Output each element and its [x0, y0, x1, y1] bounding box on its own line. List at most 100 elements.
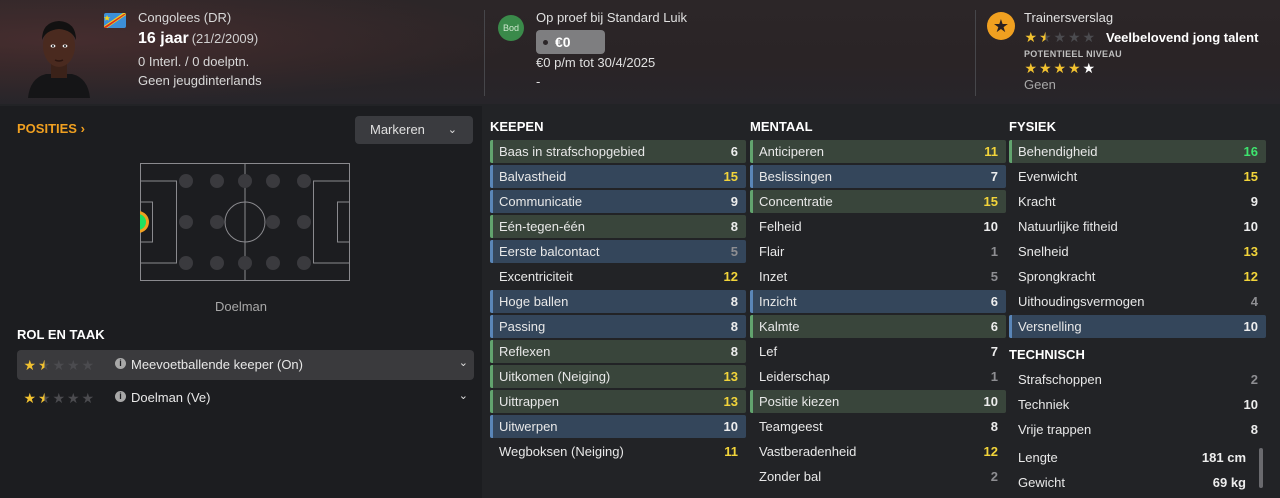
- attribute-value: 69 kg: [1212, 475, 1246, 490]
- player-header: Congolees (DR) 16 jaar (21/2/2009) 0 Inte…: [0, 0, 1280, 104]
- attribute-row[interactable]: Uitwerpen 10: [490, 415, 746, 438]
- attribute-row[interactable]: Communicatie 9: [490, 190, 746, 213]
- attribute-row[interactable]: Excentriciteit 12: [490, 265, 746, 288]
- attribute-value: 10: [1243, 397, 1258, 412]
- star-icon: ★: [23, 357, 37, 373]
- attribute-row[interactable]: Eén-tegen-één 8: [490, 215, 746, 238]
- attribute-row[interactable]: Inzet 5: [750, 265, 1006, 288]
- attribute-row[interactable]: Flair 1: [750, 240, 1006, 263]
- trial-status[interactable]: Op proef bij Standard Luik: [536, 10, 687, 25]
- attribute-row[interactable]: Passing 8: [490, 315, 746, 338]
- role-row[interactable]: ★ ★ ★ ★ ★ i Meevoetballende keeper (On) ⌄: [17, 350, 474, 380]
- attribute-label: Uittrappen: [499, 394, 559, 409]
- positions-label: POSITIES: [17, 121, 77, 136]
- attribute-row[interactable]: Lef 7: [750, 340, 1006, 363]
- attribute-row[interactable]: Strafschoppen 2: [1009, 368, 1266, 391]
- attribute-row[interactable]: Positie kiezen 10: [750, 390, 1006, 413]
- attribute-row[interactable]: Evenwicht 15: [1009, 165, 1266, 188]
- report-summary: Veelbelovend jong talent: [1106, 30, 1259, 45]
- bid-badge[interactable]: Bod: [498, 15, 524, 41]
- star-icon: ★: [37, 357, 51, 373]
- role-row[interactable]: ★ ★ ★ ★ ★ i Doelman (Ve) ⌄: [17, 383, 474, 413]
- attribute-row[interactable]: Natuurlijke fitheid 10: [1009, 215, 1266, 238]
- attribute-row[interactable]: Behendigheid 16: [1009, 140, 1266, 163]
- attribute-label: Inzet: [759, 269, 788, 284]
- current-ability-stars: ★ ★ ★ ★ ★: [1024, 28, 1096, 46]
- technisch-header: TECHNISCH: [1009, 347, 1085, 362]
- attribute-row[interactable]: Hoge ballen 8: [490, 290, 746, 313]
- attribute-row[interactable]: Uithoudingsvermogen 4: [1009, 290, 1266, 313]
- attribute-label: Baas in strafschopgebied: [499, 144, 645, 159]
- positions-link[interactable]: POSITIES ›: [17, 121, 85, 136]
- star-icon: ★: [52, 390, 66, 406]
- attribute-label: Kracht: [1018, 194, 1056, 209]
- markeren-dropdown[interactable]: Markeren ⌄: [355, 116, 473, 144]
- attribute-label: Beslissingen: [759, 169, 832, 184]
- attribute-value: 6: [730, 144, 738, 159]
- position-label: Doelman: [214, 299, 268, 314]
- attribute-value: 5: [990, 269, 998, 284]
- attribute-value: 16: [1243, 144, 1258, 159]
- attribute-row[interactable]: Beslissingen 7: [750, 165, 1006, 188]
- chevron-down-icon[interactable]: ⌄: [459, 389, 468, 402]
- attribute-row[interactable]: Teamgeest 8: [750, 415, 1006, 438]
- attribute-row[interactable]: Reflexen 8: [490, 340, 746, 363]
- attribute-label: Positie kiezen: [759, 394, 840, 409]
- attribute-label: Vastberadenheid: [759, 444, 857, 459]
- attribute-label: Strafschoppen: [1018, 372, 1102, 387]
- attribute-row[interactable]: Baas in strafschopgebied 6: [490, 140, 746, 163]
- attribute-row[interactable]: Techniek 10: [1009, 393, 1266, 416]
- attribute-row[interactable]: Vastberadenheid 12: [750, 440, 1006, 463]
- attribute-row[interactable]: Snelheid 13: [1009, 240, 1266, 263]
- attribute-row[interactable]: Leiderschap 1: [750, 365, 1006, 388]
- birthdate: (21/2/2009): [191, 31, 259, 46]
- attribute-row[interactable]: Felheid 10: [750, 215, 1006, 238]
- chevron-down-icon[interactable]: ⌄: [459, 356, 468, 369]
- attribute-row[interactable]: Zonder bal 2: [750, 465, 1006, 488]
- attribute-row[interactable]: Concentratie 15: [750, 190, 1006, 213]
- attribute-row[interactable]: Balvastheid 15: [490, 165, 746, 188]
- attribute-row[interactable]: Wegboksen (Neiging) 11: [490, 440, 746, 463]
- attribute-value: 15: [1243, 169, 1258, 184]
- price-tag: €0: [536, 30, 605, 54]
- attribute-row[interactable]: Anticiperen 11: [750, 140, 1006, 163]
- attribute-label: Techniek: [1018, 397, 1070, 412]
- attribute-label: Passing: [499, 319, 546, 334]
- attribute-row[interactable]: Eerste balcontact 5: [490, 240, 746, 263]
- attribute-row[interactable]: Lengte 181 cm: [1009, 446, 1254, 469]
- info-icon[interactable]: i: [115, 358, 126, 369]
- attribute-row[interactable]: Kracht 9: [1009, 190, 1266, 213]
- attribute-row[interactable]: Kalmte 6: [750, 315, 1006, 338]
- age: 16 jaar (21/2/2009): [138, 30, 258, 48]
- attribute-row[interactable]: Uittrappen 13: [490, 390, 746, 413]
- scrollbar[interactable]: [1259, 448, 1263, 488]
- attribute-label: Snelheid: [1018, 244, 1069, 259]
- positions-panel: POSITIES › Markeren ⌄ Doelman ROL EN TAAK…: [0, 106, 482, 498]
- attribute-value: 4: [1250, 294, 1258, 309]
- attribute-row[interactable]: Sprongkracht 12: [1009, 265, 1266, 288]
- attribute-row[interactable]: Uitkomen (Neiging) 13: [490, 365, 746, 388]
- attribute-label: Reflexen: [499, 344, 551, 359]
- attribute-value: 8: [730, 319, 738, 334]
- role-name: Doelman (Ve): [131, 390, 211, 405]
- star-icon: ★: [66, 390, 80, 406]
- attribute-value: 12: [1243, 269, 1258, 284]
- report-title[interactable]: Trainersverslag: [1024, 10, 1113, 25]
- star-icon: ★: [81, 357, 95, 373]
- contract-dash: -: [536, 74, 541, 89]
- attribute-value: 5: [730, 244, 738, 259]
- info-icon[interactable]: i: [115, 391, 126, 402]
- attribute-row[interactable]: Versnelling 10: [1009, 315, 1266, 338]
- attribute-label: Communicatie: [499, 194, 583, 209]
- attribute-value: 11: [984, 144, 998, 159]
- report-star-icon: ★: [987, 12, 1015, 40]
- price-value: €0: [555, 34, 571, 50]
- attribute-row[interactable]: Vrije trappen 8: [1009, 418, 1266, 441]
- attribute-value: 10: [983, 219, 998, 234]
- attribute-row[interactable]: Inzicht 6: [750, 290, 1006, 313]
- attribute-label: Kalmte: [759, 319, 800, 334]
- nationality[interactable]: Congolees (DR): [138, 10, 231, 25]
- youth-caps: Geen jeugdinterlands: [138, 73, 262, 88]
- potential-text: Geen: [1024, 77, 1056, 92]
- attribute-row[interactable]: Gewicht 69 kg: [1009, 471, 1254, 494]
